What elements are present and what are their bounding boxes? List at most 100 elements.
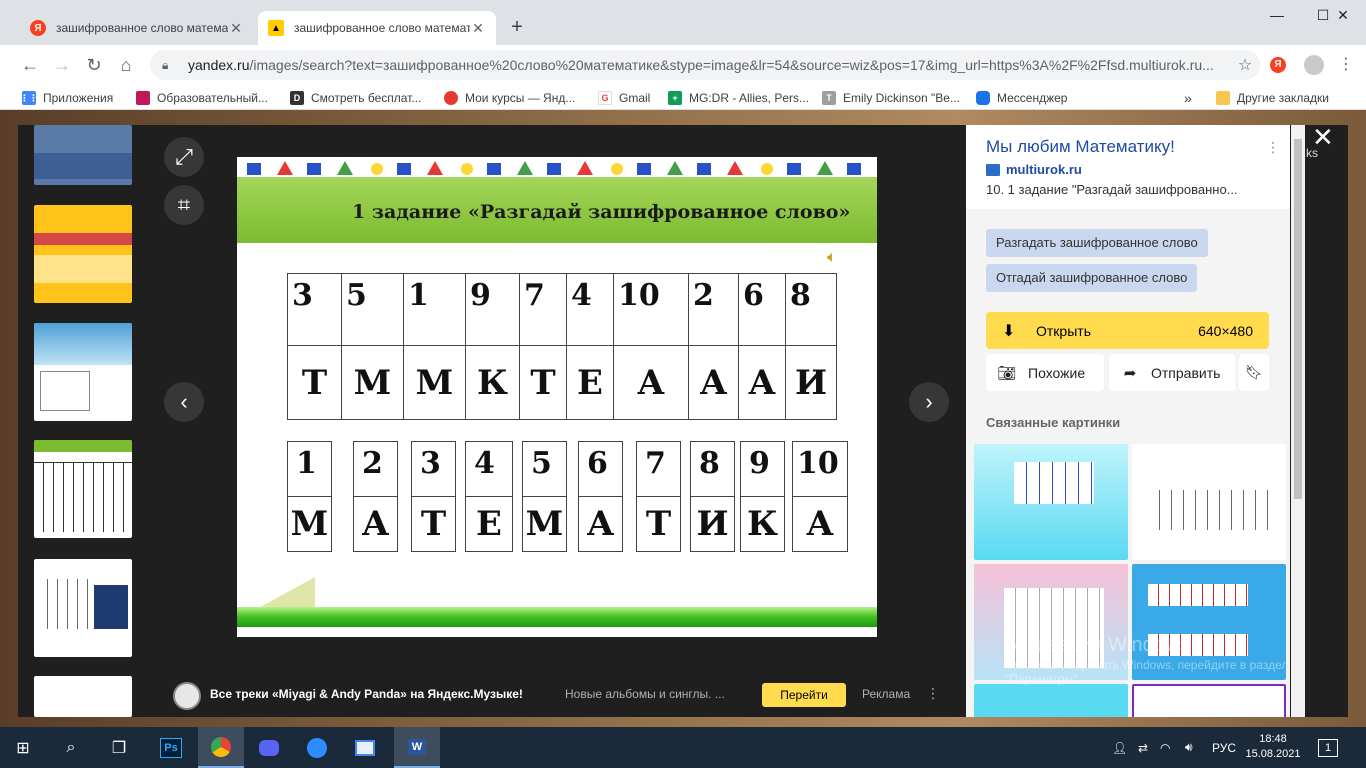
- bookmarks-more-icon[interactable]: »: [1184, 89, 1192, 107]
- background-text: ks: [1306, 146, 1318, 160]
- thumbnail[interactable]: [34, 559, 132, 657]
- thumbnail[interactable]: [34, 205, 132, 303]
- bookmark-item[interactable]: D Смотреть бесплат...: [290, 89, 421, 107]
- ruler-decoration: [253, 577, 315, 611]
- back-icon[interactable]: ←: [18, 53, 42, 77]
- share-arrow-icon: ➦: [1123, 364, 1137, 382]
- bookmark-item[interactable]: Образовательный...: [136, 89, 268, 107]
- close-tab-icon[interactable]: ✕: [228, 20, 244, 37]
- fullscreen-icon[interactable]: ⤢: [164, 137, 204, 177]
- answer-letter: Т: [411, 496, 456, 552]
- cipher-letter: Т: [519, 345, 567, 420]
- cipher-table: 3 5 1 9 7 4 10 2 6 8 Т М М К Т Е А А А И: [287, 273, 837, 420]
- previous-image-icon[interactable]: ‹: [164, 382, 204, 422]
- notifications-icon[interactable]: 1: [1318, 727, 1338, 768]
- address-bar[interactable]: 🔒︎ yandex.ru/images/search?text=зашифров…: [150, 50, 1260, 80]
- bookmark-item[interactable]: T Emily Dickinson "Be...: [822, 89, 960, 107]
- people-icon[interactable]: 👤︎: [1112, 727, 1127, 768]
- source-description: 10. 1 задание "Разгадай зашифрованно...: [986, 182, 1238, 197]
- related-heading: Связанные картинки: [986, 415, 1121, 430]
- yandex-icon: Я: [30, 20, 46, 36]
- image-size: 640×480: [1198, 322, 1253, 339]
- close-window-icon[interactable]: ✕: [1320, 4, 1366, 28]
- bookmark-apps[interactable]: ⋮⋮ Приложения: [20, 89, 113, 107]
- tab-search[interactable]: Я зашифрованное слово математ ✕: [20, 11, 254, 45]
- tag-button[interactable]: Отгадай зашифрованное слово: [986, 264, 1198, 292]
- minimize-icon[interactable]: —: [1254, 4, 1300, 28]
- scrollbar-thumb[interactable]: [1294, 139, 1302, 499]
- banner-go-button[interactable]: Перейти: [762, 683, 846, 707]
- tag-button[interactable]: Разгадать зашифрованное слово: [986, 229, 1208, 257]
- related-image[interactable]: [1132, 684, 1286, 717]
- thumbnail[interactable]: [34, 676, 132, 717]
- source-card: Мы любим Математику! multiurok.ru 10. 1 …: [966, 125, 1290, 209]
- yandex-extension-icon[interactable]: Я: [1270, 57, 1286, 73]
- answer-letter: А: [353, 496, 398, 552]
- home-icon[interactable]: ⌂: [114, 53, 138, 77]
- source-menu-icon[interactable]: ⋮: [1266, 139, 1280, 156]
- thumbnail[interactable]: [34, 125, 132, 185]
- search-icon[interactable]: ⌕: [48, 727, 94, 768]
- source-title[interactable]: Мы любим Математику!: [986, 137, 1175, 157]
- cipher-number: 2: [688, 273, 739, 346]
- site-icon: [444, 91, 458, 105]
- slide-title: 1 задание «Разгадай зашифрованное слово»: [352, 201, 851, 223]
- crop-icon[interactable]: ⌗: [164, 185, 204, 225]
- site-icon: [136, 91, 150, 105]
- wifi-icon[interactable]: ◠: [1160, 727, 1170, 768]
- bookmark-button[interactable]: 🔖︎: [1239, 354, 1269, 391]
- cipher-number: 7: [519, 273, 567, 346]
- answer-letter: И: [690, 496, 735, 552]
- clock-time: 18:48: [1259, 733, 1287, 745]
- slides-icon[interactable]: [342, 727, 388, 768]
- tab-image[interactable]: ▲ зашифрованное слово математ ✕: [258, 11, 496, 45]
- task-view-icon[interactable]: ❐: [96, 727, 142, 768]
- related-image[interactable]: [974, 444, 1128, 560]
- panel-scrollbar[interactable]: [1291, 125, 1305, 717]
- answer-letter: М: [287, 496, 332, 552]
- cipher-letter: М: [403, 345, 466, 420]
- bookmark-star-icon[interactable]: ☆: [1230, 55, 1260, 75]
- next-image-icon[interactable]: ›: [909, 382, 949, 422]
- banner-menu-icon[interactable]: ⋮: [926, 685, 940, 702]
- bookmark-gmail[interactable]: G Gmail: [598, 89, 650, 107]
- bookmark-item[interactable]: + MG:DR - Allies, Pers...: [668, 89, 809, 107]
- url-text[interactable]: yandex.ru/images/search?text=зашифрованн…: [188, 57, 1230, 73]
- banner-subtitle: Новые альбомы и синглы. ...: [565, 687, 725, 701]
- forward-icon[interactable]: →: [50, 53, 74, 77]
- thumbnail[interactable]: [34, 323, 132, 421]
- image-info-panel: Мы любим Математику! multiurok.ru 10. 1 …: [966, 125, 1290, 717]
- close-tab-icon[interactable]: ✕: [470, 20, 486, 37]
- chrome-icon[interactable]: [198, 727, 244, 768]
- discord-icon[interactable]: [246, 727, 292, 768]
- profile-avatar[interactable]: [1304, 55, 1324, 75]
- reload-icon[interactable]: ↻: [82, 53, 106, 77]
- clock[interactable]: 18:48 15.08.2021: [1242, 732, 1304, 762]
- zoom-icon[interactable]: [294, 727, 340, 768]
- share-button[interactable]: ➦ Отправить: [1109, 354, 1235, 391]
- start-windows-icon[interactable]: ⊞: [0, 727, 46, 768]
- bookmark-messenger[interactable]: Мессенджер: [976, 89, 1067, 107]
- source-site[interactable]: multiurok.ru: [986, 162, 1082, 177]
- network-icon[interactable]: ⇄: [1138, 727, 1148, 768]
- slide-image[interactable]: 1 задание «Разгадай зашифрованное слово»…: [237, 157, 877, 637]
- other-bookmarks[interactable]: Другие закладки: [1216, 89, 1329, 107]
- download-icon: ⬇: [1002, 322, 1016, 340]
- similar-button[interactable]: 📷︎ Похожие: [986, 354, 1104, 391]
- bookmark-item[interactable]: Мои курсы — Янд...: [444, 89, 575, 107]
- cipher-letter: И: [785, 345, 837, 420]
- banner-title[interactable]: Все треки «Miyagi & Andy Panda» на Яндек…: [210, 687, 523, 701]
- artist-avatar: [173, 682, 201, 710]
- related-image[interactable]: [974, 684, 1128, 717]
- new-tab-button[interactable]: +: [505, 16, 529, 40]
- browser-menu-icon[interactable]: ⋮: [1336, 53, 1356, 77]
- clock-date: 15.08.2021: [1245, 748, 1301, 760]
- photoshop-icon[interactable]: Ps: [148, 727, 194, 768]
- related-image[interactable]: [1132, 444, 1286, 560]
- volume-icon[interactable]: 🔊︎: [1185, 727, 1193, 768]
- answer-number: 4: [465, 441, 513, 497]
- word-icon[interactable]: W: [394, 727, 440, 768]
- open-image-button[interactable]: ⬇ Открыть 640×480: [986, 312, 1269, 349]
- language-indicator[interactable]: РУС: [1212, 727, 1236, 768]
- thumbnail[interactable]: [34, 440, 132, 538]
